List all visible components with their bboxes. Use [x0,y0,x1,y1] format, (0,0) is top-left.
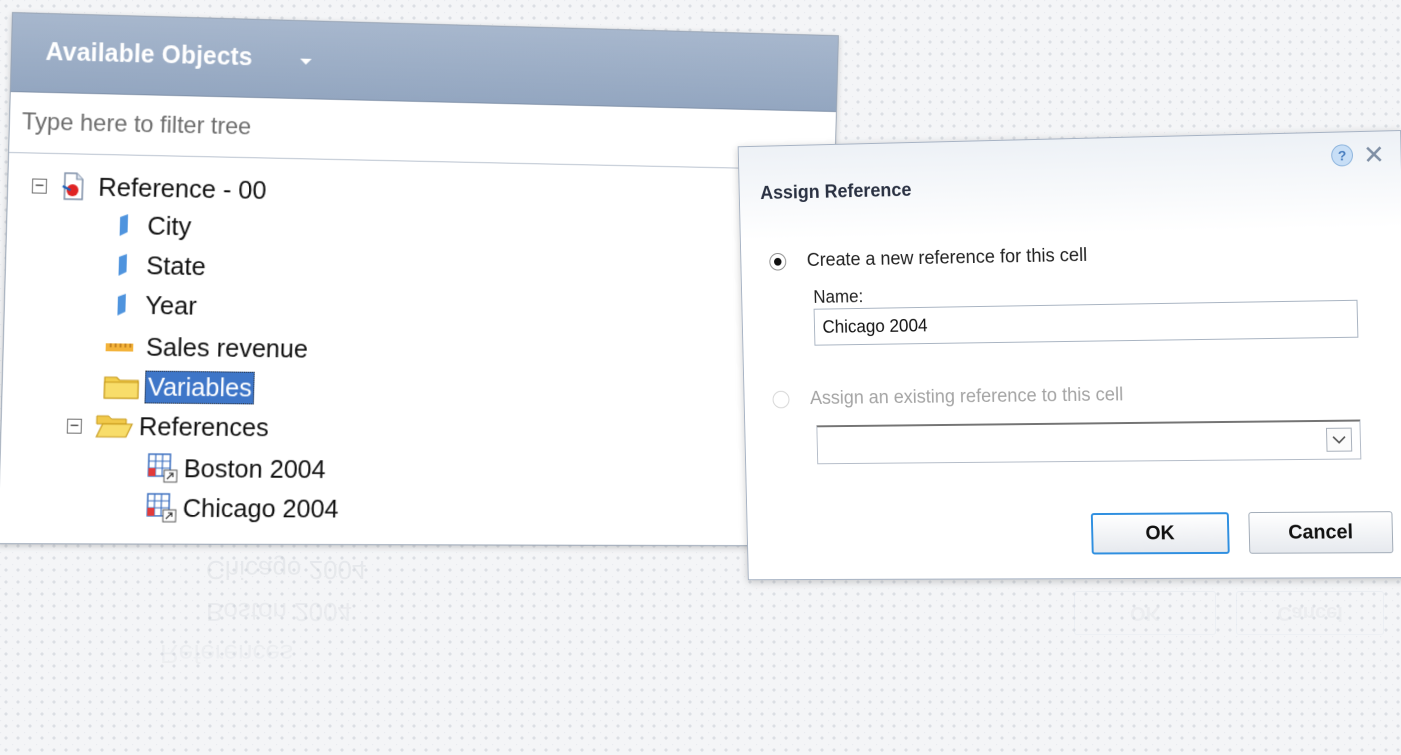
chevron-down-icon[interactable] [1325,427,1353,452]
help-icon[interactable]: ? [1330,144,1354,167]
tree-node-label: References [138,410,270,442]
tree-node-city[interactable]: City [115,207,192,244]
tree-node-label: Chicago 2004 [182,492,339,523]
reflected-cancel: Cancel [1236,591,1384,635]
folder-icon [103,373,139,399]
assign-reference-dialog: Assign Reference ? ✕ Create a new refere… [737,130,1401,581]
tree-node-chicago-2004[interactable]: Chicago 2004 [145,490,339,526]
document-icon [60,171,87,201]
available-objects-panel: Available Objects « − Reference - 00 [0,12,839,547]
tree-node-references[interactable]: − References [66,408,269,445]
tree-node-label-selected: Variables [144,370,256,404]
dialog-header: Assign Reference ? ✕ [738,131,1401,241]
measure-icon [105,340,135,352]
create-new-reference-label[interactable]: Create a new reference for this cell [807,245,1088,272]
dimension-icon [116,213,130,237]
tree-node-year[interactable]: Year [113,287,197,324]
tree-node-state[interactable]: State [114,247,206,284]
name-label: Name: [813,286,864,307]
filter-tree-input[interactable] [21,104,807,158]
ok-button[interactable]: OK [1090,512,1230,555]
assign-existing-reference-label[interactable]: Assign an existing reference to this cel… [810,385,1124,410]
reflected-label: Boston 2004 [206,597,353,627]
collapse-toggle-icon[interactable]: − [31,177,48,194]
reflected-ok: OK [1074,591,1216,635]
tree-node-label: Year [144,289,198,321]
dimension-icon [115,253,129,277]
assign-existing-reference-radio[interactable] [772,390,790,409]
dimension-icon [113,293,127,317]
chevron-down-icon[interactable] [300,58,312,65]
existing-reference-select[interactable] [816,419,1362,465]
collapse-toggle-icon[interactable]: − [66,417,83,434]
tree-node-boston-2004[interactable]: Boston 2004 [146,450,326,487]
tree-node-root[interactable]: − Reference - 00 [31,167,267,207]
open-folder-icon [95,413,133,439]
reflected-label: References [160,639,293,669]
panel-title[interactable]: Available Objects [45,38,253,72]
dialog-title: Assign Reference [760,180,912,204]
reference-cell-icon [145,492,179,524]
tree-node-label: State [145,249,207,281]
create-new-reference-radio[interactable] [769,252,787,271]
tree-node-sales-revenue[interactable]: Sales revenue [104,328,308,366]
tree-node-label: City [147,210,192,241]
tree-node-label: Reference - 00 [97,171,267,205]
reference-cell-icon [146,452,180,484]
tree-node-label: Sales revenue [145,331,309,364]
tree-node-label: Boston 2004 [183,452,327,484]
tree-node-variables[interactable]: Variables [103,368,256,405]
reference-name-input[interactable] [813,299,1359,346]
reflected-label: Chicago 2004 [206,555,367,585]
cancel-button[interactable]: Cancel [1248,511,1394,554]
close-icon[interactable]: ✕ [1363,139,1385,170]
